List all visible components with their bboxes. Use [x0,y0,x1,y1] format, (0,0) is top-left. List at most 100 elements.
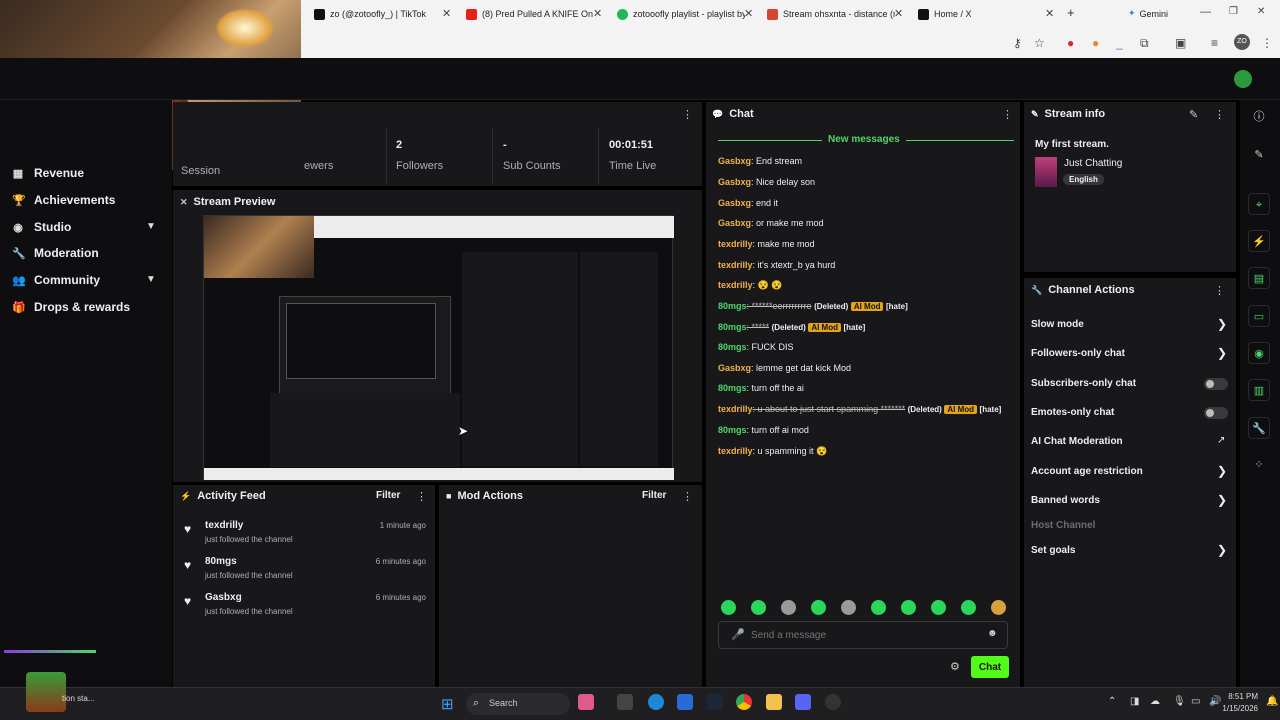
emoji-icon[interactable]: ☻ [987,628,998,639]
clock-time[interactable]: 8:51 PM [1228,692,1258,701]
new-tab-button[interactable]: + [1067,5,1075,20]
notification-icon[interactable]: 🔔 [1266,696,1278,707]
mod-filter-button[interactable]: Filter [642,490,666,501]
edge-icon[interactable] [648,694,664,710]
tab-spotify[interactable]: zotooofly playlist - playlist by [617,4,745,24]
category-name[interactable]: Just Chatting [1064,158,1122,169]
display-icon[interactable]: ▭ [1191,696,1200,707]
more-icon[interactable]: ⋮ [1002,108,1013,121]
chevron-right-icon[interactable]: ❯ [1217,317,1227,331]
focus-icon[interactable]: ⌖ [1248,193,1270,215]
folder-icon[interactable] [766,694,782,710]
chevron-right-icon[interactable]: ❯ [1217,464,1227,478]
emote-icon[interactable] [781,600,796,615]
layout-icon[interactable]: ▥ [1248,379,1270,401]
sidebar-item-studio[interactable]: ◉ Studio [12,220,71,234]
emote-icon[interactable] [901,600,916,615]
extension-icon[interactable]: ● [1067,36,1074,50]
emote-icon[interactable] [811,600,826,615]
more-icon[interactable]: ⋮ [1214,284,1225,297]
external-link-icon[interactable]: ↗ [1217,435,1225,446]
pencil-icon[interactable]: ✎ [1248,144,1270,166]
profile-avatar[interactable]: ZO [1234,34,1250,50]
dots-icon[interactable]: ⁘ [1248,454,1270,476]
emote-icon[interactable] [871,600,886,615]
tray-icon[interactable]: ◨ [1130,696,1139,707]
chat-bubble-icon[interactable]: ▭ [1248,305,1270,327]
tray-icon[interactable]: ☁ [1150,696,1160,707]
stream-preview-video[interactable] [203,215,674,480]
steam-icon[interactable] [707,694,723,710]
chevron-right-icon[interactable]: ❯ [1217,543,1227,557]
extension-icon[interactable]: ● [1092,36,1099,50]
send-chat-button[interactable]: Chat [971,656,1009,678]
taskbar-app-label[interactable]: tion sta... [62,694,94,703]
close-icon[interactable]: ✕ [1045,7,1054,20]
chevron-right-icon[interactable]: ❯ [1217,493,1227,507]
gear-icon[interactable]: ⚙ [950,660,960,673]
document-icon[interactable]: ▤ [1248,267,1270,289]
discord-icon[interactable] [795,694,811,710]
puzzle-icon[interactable]: ⧉ [1140,36,1149,51]
minimize-icon[interactable]: — [1200,6,1211,18]
more-icon[interactable]: ⋮ [1261,36,1273,50]
windows-start-icon[interactable]: ⊞ [441,695,454,713]
sidebar-item-drops[interactable]: 🎁 Drops & rewards [12,300,130,314]
slow-mode-item[interactable]: Slow mode [1031,319,1084,330]
chat-input-box[interactable]: 🎤 ☻ [718,621,1008,649]
tab-youtube[interactable]: (8) Pred Pulled A KNIFE On M [466,4,594,24]
close-icon[interactable]: ✕ [744,7,753,20]
close-icon[interactable]: ✕ [894,7,903,20]
chat-input[interactable] [751,627,971,643]
chevron-down-icon[interactable]: ▼ [146,274,156,285]
key-icon[interactable]: ⚷ [1013,36,1022,50]
sidebar-item-moderation[interactable]: 🔧 Moderation [12,246,99,260]
subscribers-only-toggle[interactable] [1204,378,1228,390]
store-icon[interactable] [677,694,693,710]
taskview-icon[interactable] [617,694,633,710]
star-icon[interactable]: ☆ [1034,36,1045,50]
more-icon[interactable]: ⋮ [682,490,693,503]
followers-only-item[interactable]: Followers-only chat [1031,348,1125,359]
emote-icon[interactable] [841,600,856,615]
microphone-icon[interactable]: 🎙 [1173,696,1186,707]
gemini-button[interactable]: ✦ Gemini [1128,8,1168,19]
info-icon[interactable]: ⓘ [1248,106,1270,128]
set-goals-item[interactable]: Set goals [1031,545,1075,556]
tab-x[interactable]: Home / X [918,4,1038,24]
emote-icon[interactable] [961,600,976,615]
close-icon[interactable]: ✕ [442,7,451,20]
more-icon[interactable]: ⋮ [416,490,427,503]
emote-icon[interactable] [991,600,1006,615]
sidebar-item-revenue[interactable]: ▦ Revenue [12,166,84,180]
more-icon[interactable]: ⋮ [1214,108,1225,121]
sidebar-item-achievements[interactable]: 🏆 Achievements [12,193,115,207]
app-icon[interactable] [578,694,594,710]
ai-moderation-item[interactable]: AI Chat Moderation [1031,436,1123,447]
app-icon[interactable] [825,694,841,710]
sidebar-icon[interactable]: ▣ [1175,36,1186,50]
emote-icon[interactable] [751,600,766,615]
activity-filter-button[interactable]: Filter [376,490,400,501]
close-icon[interactable]: ✕ [593,7,602,20]
chrome-icon[interactable] [736,694,752,710]
tab-tiktok[interactable]: zo (@zotoofly_) | TikTok [314,4,442,24]
chevron-up-icon[interactable]: ⌃ [1108,696,1116,707]
banned-words-item[interactable]: Banned words [1031,495,1100,506]
lightning-icon[interactable]: ⚡ [1248,230,1270,252]
extension-icon[interactable]: _ [1116,36,1123,50]
wrench-icon[interactable]: 🔧 [1248,417,1270,439]
game-thumbnail[interactable] [26,672,66,712]
broadcast-icon[interactable]: ◉ [1248,342,1270,364]
microphone-icon[interactable]: 🎤 [731,628,745,641]
emote-icon[interactable] [931,600,946,615]
tab-stream[interactable]: Stream ohsxnta - distance (m [767,4,895,24]
emotes-only-toggle[interactable] [1204,407,1228,419]
chevron-right-icon[interactable]: ❯ [1217,346,1227,360]
edit-icon[interactable]: ✎ [1189,108,1198,121]
downloads-icon[interactable]: ≡ [1211,36,1218,50]
sidebar-item-community[interactable]: 👥 Community [12,273,100,287]
more-icon[interactable]: ⋮ [682,108,693,121]
maximize-icon[interactable]: ❐ [1229,6,1238,17]
clock-date[interactable]: 1/15/2026 [1218,704,1258,713]
